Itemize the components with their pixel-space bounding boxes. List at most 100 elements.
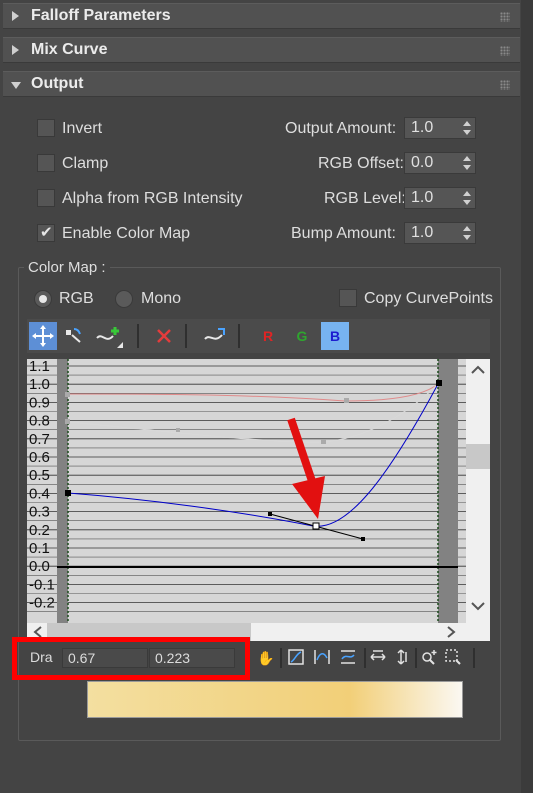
color-map-group-label: Color Map : [24, 259, 110, 276]
drag-grip-icon[interactable] [500, 12, 510, 22]
toolbar-separator [473, 648, 475, 668]
vertical-scroll-thumb[interactable] [466, 444, 490, 469]
copy-curvepoints-label: Copy CurvePoints [364, 290, 493, 307]
rollout-falloff-parameters[interactable]: Falloff Parameters [3, 3, 520, 29]
right-bound-column [438, 359, 458, 623]
red-curve-point[interactable] [65, 392, 70, 397]
zoom-region-icon[interactable] [443, 648, 463, 668]
bump-amount-spinner[interactable]: 1.0 [404, 222, 476, 244]
curve-graph-canvas[interactable]: 1.11.00.9 0.80.70.60.50.4 0.30.20.10.0-0.1… [27, 359, 490, 641]
annotation-arrowhead [292, 476, 325, 519]
toolbar-separator [137, 324, 139, 348]
rollout-title: Mix Curve [31, 41, 108, 58]
rollout-title: Falloff Parameters [31, 7, 171, 24]
spin-up-icon[interactable] [463, 121, 471, 126]
graph-vertical-scrollbar[interactable] [466, 359, 490, 623]
y-tick-label: 1.0 [29, 376, 50, 393]
alpha-from-rgb-label: Alpha from RGB Intensity [62, 190, 243, 207]
y-tick-label: 0.8 [29, 413, 50, 430]
blue-curve-endpoint[interactable] [436, 380, 442, 386]
spin-up-icon[interactable] [463, 191, 471, 196]
spin-down-icon[interactable] [463, 200, 471, 205]
output-amount-value[interactable]: 1.0 [411, 119, 433, 137]
bezier-handle-point[interactable] [361, 537, 365, 541]
channel-b-button[interactable]: B [321, 322, 349, 350]
green-curve[interactable] [67, 383, 439, 443]
zoom-vertical-icon[interactable] [338, 648, 358, 668]
selected-curve-point[interactable] [312, 522, 320, 530]
pan-icon[interactable]: ✋ [256, 648, 276, 668]
channel-g-button[interactable]: G [288, 322, 316, 350]
channel-r-button[interactable]: R [254, 322, 282, 350]
rgb-radio[interactable] [34, 290, 52, 308]
toolbar-separator [415, 648, 417, 668]
mono-radio[interactable] [115, 290, 133, 308]
clamp-checkbox[interactable] [37, 154, 55, 172]
mono-radio-label: Mono [141, 290, 182, 307]
blue-curve-endpoint[interactable] [65, 490, 71, 496]
spin-up-icon[interactable] [463, 226, 471, 231]
y-tick-label: 0.5 [29, 467, 50, 484]
copy-curvepoints-checkbox[interactable] [339, 289, 357, 307]
red-curve[interactable] [65, 383, 439, 402]
panel-scrollbar[interactable] [521, 0, 533, 793]
checkmark-icon: ✔ [40, 224, 53, 241]
toolbar-separator [238, 324, 240, 348]
invert-label: Invert [62, 120, 103, 137]
radio-selected-dot [39, 295, 47, 303]
rgb-radio-label: RGB [59, 290, 94, 307]
zoom-horizontal-icon[interactable] [312, 648, 332, 668]
y-tick-label: -0.1 [29, 576, 55, 593]
spin-down-icon[interactable] [463, 165, 471, 170]
clamp-label: Clamp [62, 155, 109, 172]
scale-point-icon[interactable] [60, 322, 88, 350]
bezier-handle-point[interactable] [268, 512, 272, 516]
rollout-title: Output [31, 75, 84, 92]
curve-graph[interactable]: 1.1 1.0 0.9 0.8 0.7 0.6 0.5 0.4 0.3 0.2 0.1 0.0 -0.1… [27, 359, 490, 641]
blue-curve[interactable] [67, 383, 439, 527]
drag-grip-icon[interactable] [500, 46, 510, 56]
output-amount-spinner[interactable]: 1.0 [404, 117, 476, 139]
green-curve-point[interactable] [176, 428, 180, 432]
y-tick-label: 0.2 [29, 522, 50, 539]
y-tick-label: 0.0 [29, 558, 50, 575]
expand-icon [12, 11, 19, 21]
zoom-extents-icon[interactable] [286, 648, 306, 668]
delete-icon[interactable] [150, 322, 178, 350]
reset-curve-icon[interactable] [200, 322, 228, 350]
spin-down-icon[interactable] [463, 235, 471, 240]
alpha-from-rgb-checkbox[interactable] [37, 189, 55, 207]
move-icon[interactable] [29, 322, 57, 350]
spin-down-icon[interactable] [463, 130, 471, 135]
spin-up-icon[interactable] [463, 156, 471, 161]
rgb-offset-label: RGB Offset: [318, 155, 404, 172]
invert-checkbox[interactable] [37, 119, 55, 137]
rollout-output[interactable]: Output [3, 71, 520, 97]
bump-amount-label: Bump Amount: [291, 225, 396, 242]
annotation-highlight-box [12, 637, 250, 680]
red-curve-point[interactable] [344, 398, 349, 403]
rgb-offset-value[interactable]: 0.0 [411, 154, 433, 172]
collapse-icon [11, 82, 21, 89]
insert-point-icon[interactable] [93, 322, 123, 350]
scale-vertical-icon[interactable] [391, 648, 411, 668]
green-curve-point[interactable] [321, 439, 326, 444]
rgb-level-spinner[interactable]: 1.0 [404, 187, 476, 209]
rollout-mix-curve[interactable]: Mix Curve [3, 37, 520, 63]
scale-horizontal-icon[interactable] [368, 648, 388, 668]
bump-amount-value[interactable]: 1.0 [411, 224, 433, 242]
color-map-gradient-preview [87, 681, 463, 718]
rgb-level-value[interactable]: 1.0 [411, 189, 433, 207]
rgb-level-label: RGB Level: [324, 190, 406, 207]
y-tick-label: -0.2 [29, 595, 55, 612]
toolbar-separator [364, 648, 366, 668]
drag-grip-icon[interactable] [500, 80, 510, 90]
enable-color-map-label: Enable Color Map [62, 225, 191, 242]
enable-color-map-checkbox[interactable]: ✔ [37, 224, 55, 242]
green-curve-point[interactable] [65, 419, 70, 424]
zoom-icon[interactable] [419, 648, 439, 668]
y-tick-label: 0.4 [29, 485, 50, 502]
y-tick-label: 0.3 [29, 504, 50, 521]
annotation-arrow-shaft [287, 417, 318, 489]
rgb-offset-spinner[interactable]: 0.0 [404, 152, 476, 174]
